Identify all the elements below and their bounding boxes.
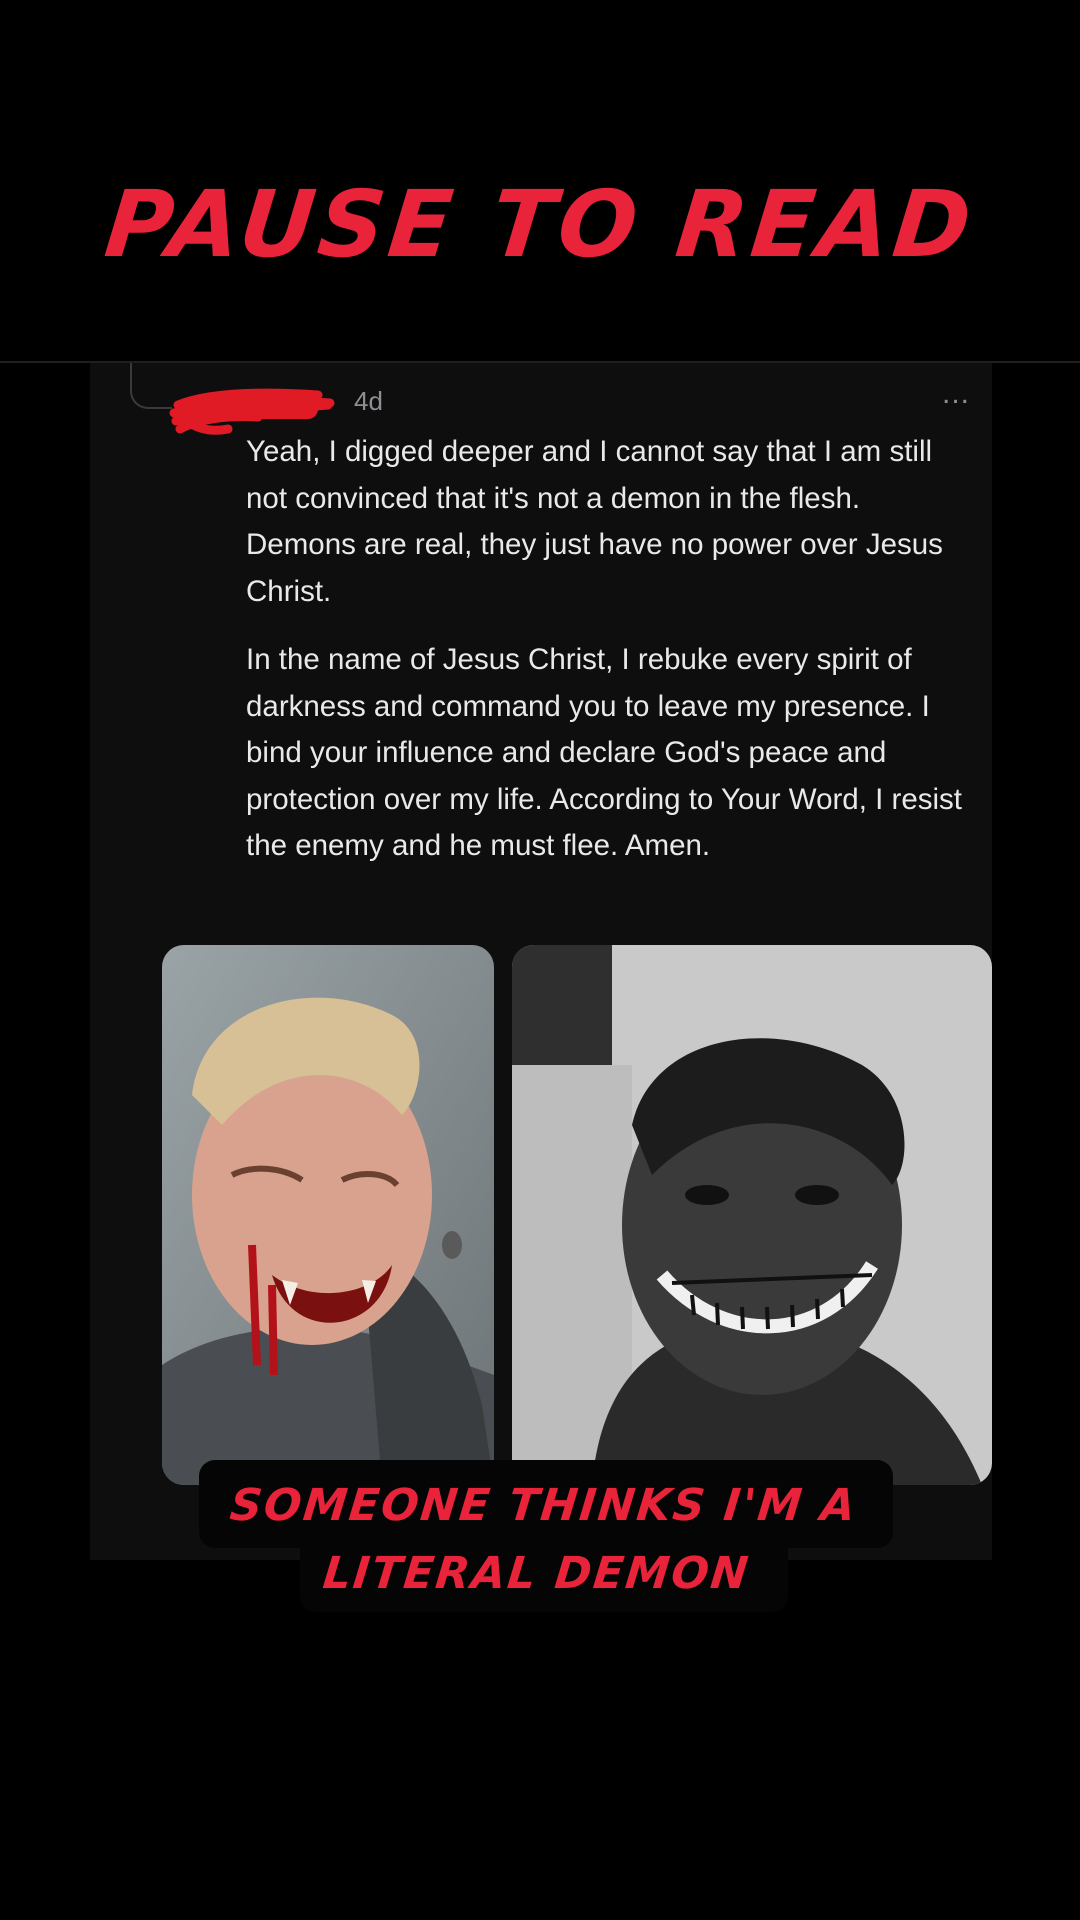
- comment-card: 4d ... Yeah, I digged deeper and I canno…: [90, 363, 992, 1560]
- caption-line: SOMEONE THINKS I'M A: [227, 1480, 860, 1531]
- comment-paragraph: In the name of Jesus Christ, I rebuke ev…: [246, 643, 962, 862]
- comment-photos: [162, 945, 992, 1485]
- comment-timestamp: 4d: [354, 386, 383, 416]
- overlay-headline: PAUSE TO READ: [100, 171, 980, 278]
- comment-paragraph: Yeah, I digged deeper and I cannot say t…: [246, 435, 943, 608]
- overlay-caption: SOMEONE THINKS I'M A LITERAL DEMON: [0, 1472, 1080, 1608]
- comment-body: Yeah, I digged deeper and I cannot say t…: [246, 429, 966, 892]
- thread-line-icon: [130, 363, 172, 409]
- caption-line: LITERAL DEMON: [320, 1548, 753, 1599]
- more-horizontal-icon[interactable]: ...: [942, 377, 970, 411]
- photo-left[interactable]: [162, 945, 494, 1485]
- photo-right[interactable]: [512, 945, 992, 1485]
